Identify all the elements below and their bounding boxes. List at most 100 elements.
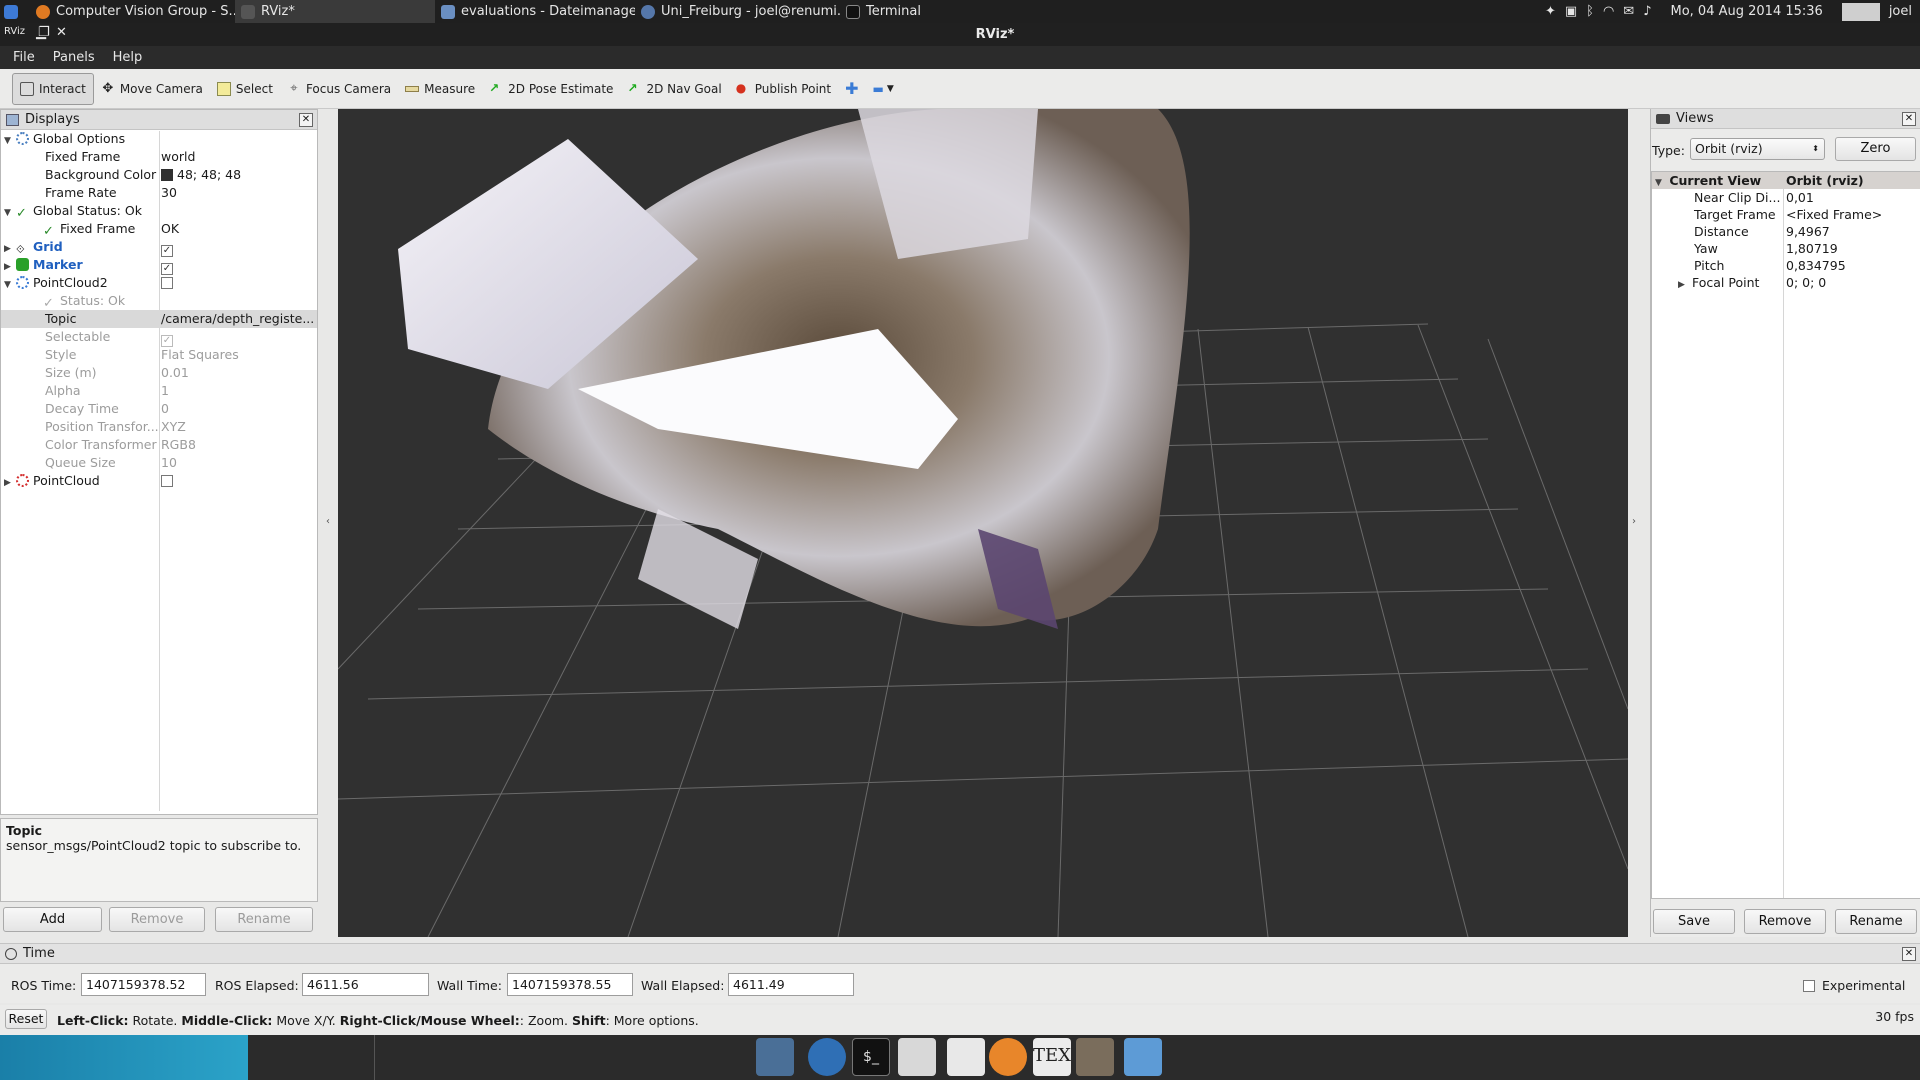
pointcloud-enabled-checkbox[interactable] [161, 475, 173, 487]
tree-row-global-status[interactable]: ▼ ✓ Global Status: Ok [1, 202, 317, 221]
row-value[interactable]: 10 [161, 454, 315, 472]
tool-publish-point[interactable]: ● Publish Point [729, 73, 838, 105]
dock-terminal-icon[interactable]: $_ [852, 1038, 890, 1076]
3d-render-viewport[interactable] [338, 109, 1628, 937]
tool-select[interactable]: Select [210, 73, 280, 105]
row-value[interactable]: world [161, 148, 315, 166]
tree-row-distance[interactable]: Distance 9,4967 [1652, 223, 1920, 240]
reset-button[interactable]: Reset [5, 1009, 47, 1029]
tree-row-status-fixed-frame[interactable]: ✓ Fixed Frame OK [1, 220, 317, 238]
clock[interactable]: Mo, 04 Aug 2014 15:36 [1671, 4, 1823, 19]
tree-row-focal-point[interactable]: ▶ Focal Point 0; 0; 0 [1652, 274, 1920, 291]
add-display-button[interactable]: Add [3, 907, 102, 932]
row-value[interactable]: Flat Squares [161, 346, 315, 364]
tree-row-marker[interactable]: ▶ Marker ✓ [1, 256, 317, 275]
mail-icon[interactable]: ✉ [1623, 4, 1634, 19]
tree-row-queue-size[interactable]: Queue Size 10 [1, 454, 317, 472]
tree-row-target-frame[interactable]: Target Frame <Fixed Frame> [1652, 206, 1920, 223]
user-avatar[interactable] [1841, 2, 1880, 21]
tree-row-alpha[interactable]: Alpha 1 [1, 382, 317, 400]
dock-settings-icon[interactable] [989, 1038, 1027, 1076]
row-value[interactable]: 1 [161, 382, 315, 400]
tree-row-global-options[interactable]: ▼ Global Options [1, 130, 317, 148]
tool-measure[interactable]: Measure [398, 73, 482, 105]
task-browser[interactable]: Computer Vision Group - S... [30, 0, 235, 23]
row-value[interactable]: RGB8 [161, 436, 315, 454]
dock-screen-icon[interactable] [756, 1038, 794, 1076]
user-name[interactable]: joel [1889, 4, 1912, 19]
add-tool-button[interactable]: ✚ [838, 73, 865, 105]
volume-icon[interactable]: ♪ [1643, 4, 1651, 19]
tool-interact[interactable]: Interact [12, 72, 94, 105]
tree-row-pitch[interactable]: Pitch 0,834795 [1652, 257, 1920, 274]
tree-row-current-view[interactable]: ▼ Current View Orbit (rviz) [1652, 172, 1920, 189]
remove-display-button[interactable]: Remove [109, 907, 205, 932]
zero-button[interactable]: Zero [1835, 137, 1916, 161]
close-icon[interactable]: ✕ [299, 112, 313, 127]
tree-row-near-clip[interactable]: Near Clip Di... 0,01 [1652, 189, 1920, 206]
dock-files-icon[interactable] [1124, 1038, 1162, 1076]
tool-move-camera[interactable]: ✥ Move Camera [94, 73, 210, 105]
expand-triangle-icon[interactable]: ▶ [4, 474, 14, 492]
row-value[interactable]: /camera/depth_registe... [161, 310, 315, 328]
row-value[interactable]: 0.01 [161, 364, 315, 382]
task-terminal[interactable]: Terminal [840, 0, 1040, 23]
app-menu-icon[interactable] [0, 0, 30, 23]
row-value[interactable]: 1,80719 [1786, 240, 1920, 257]
tool-2d-pose-estimate[interactable]: ↗ 2D Pose Estimate [482, 73, 620, 105]
ros-elapsed-field[interactable]: 4611.56 [302, 973, 429, 996]
wifi-icon[interactable]: ◠ [1603, 4, 1614, 19]
collapse-right-icon[interactable]: › [1632, 516, 1636, 527]
pointcloud2-enabled-checkbox[interactable] [161, 277, 173, 289]
save-view-button[interactable]: Save [1653, 909, 1735, 934]
close-icon[interactable]: ✕ [1902, 946, 1916, 961]
tree-row-status-ok[interactable]: ✓ Status: Ok [1, 292, 317, 310]
workspace-preview[interactable] [0, 1035, 248, 1080]
tree-row-pointcloud[interactable]: ▶ PointCloud [1, 472, 317, 490]
tree-row-grid[interactable]: ▶ ⟐ Grid ✓ [1, 238, 317, 257]
rename-view-button[interactable]: Rename [1835, 909, 1917, 934]
menu-file[interactable]: File [13, 50, 35, 65]
tree-row-topic[interactable]: Topic/camera/depth_registe... [1, 310, 317, 328]
dock-gimp-icon[interactable] [1076, 1038, 1114, 1076]
tree-row-size[interactable]: Size (m) 0.01 [1, 364, 317, 382]
workspace-slot[interactable] [265, 1035, 375, 1080]
dock-browser-icon[interactable] [808, 1038, 846, 1076]
task-filemanager[interactable]: evaluations - Dateimanager [435, 0, 635, 23]
tree-row-decay-time[interactable]: Decay Time 0 [1, 400, 317, 418]
bluetooth-icon[interactable]: ᛒ [1586, 4, 1594, 19]
tree-row-yaw[interactable]: Yaw 1,80719 [1652, 240, 1920, 257]
ros-time-field[interactable]: 1407159378.52 [81, 973, 206, 996]
dropbox-icon[interactable]: ✦ [1545, 4, 1556, 19]
menu-help[interactable]: Help [113, 50, 143, 65]
remove-view-button[interactable]: Remove [1744, 909, 1826, 934]
close-icon[interactable]: ✕ [1902, 111, 1916, 126]
wall-elapsed-field[interactable]: 4611.49 [728, 973, 854, 996]
tool-2d-nav-goal[interactable]: ↗ 2D Nav Goal [620, 73, 728, 105]
dock-tex-icon[interactable]: TEX [1033, 1038, 1071, 1076]
dock-editor-icon[interactable] [947, 1038, 985, 1076]
collapse-left-icon[interactable]: ‹ [326, 516, 330, 527]
expand-triangle-icon[interactable]: ▶ [1678, 277, 1688, 294]
menu-panels[interactable]: Panels [53, 50, 95, 65]
row-value[interactable]: 30 [161, 184, 315, 202]
tree-row-position-transformer[interactable]: Position Transfor... XYZ [1, 418, 317, 436]
row-value[interactable]: XYZ [161, 418, 315, 436]
task-rviz[interactable]: RViz* [235, 0, 435, 23]
row-value[interactable]: 0; 0; 0 [1786, 274, 1920, 291]
rename-display-button[interactable]: Rename [215, 907, 313, 932]
tool-focus-camera[interactable]: ⌖ Focus Camera [280, 73, 398, 105]
wall-time-field[interactable]: 1407159378.55 [507, 973, 633, 996]
row-value[interactable]: 9,4967 [1786, 223, 1920, 240]
view-type-select[interactable]: Orbit (rviz) ⬍ [1690, 138, 1825, 160]
tree-row-selectable[interactable]: Selectable ✓ [1, 328, 317, 347]
tree-row-style[interactable]: Style Flat Squares [1, 346, 317, 364]
row-value-color[interactable]: 48; 48; 48 [161, 166, 315, 184]
remove-tool-button[interactable]: ▬ ▼ [866, 73, 901, 105]
network-tray-icon[interactable]: ▣ [1565, 4, 1577, 19]
row-value[interactable]: 0 [161, 400, 315, 418]
row-value[interactable]: <Fixed Frame> [1786, 206, 1920, 223]
dock-window-manager-icon[interactable] [898, 1038, 936, 1076]
experimental-checkbox[interactable] [1803, 980, 1815, 992]
tree-row-pointcloud2[interactable]: ▼ PointCloud2 [1, 274, 317, 292]
